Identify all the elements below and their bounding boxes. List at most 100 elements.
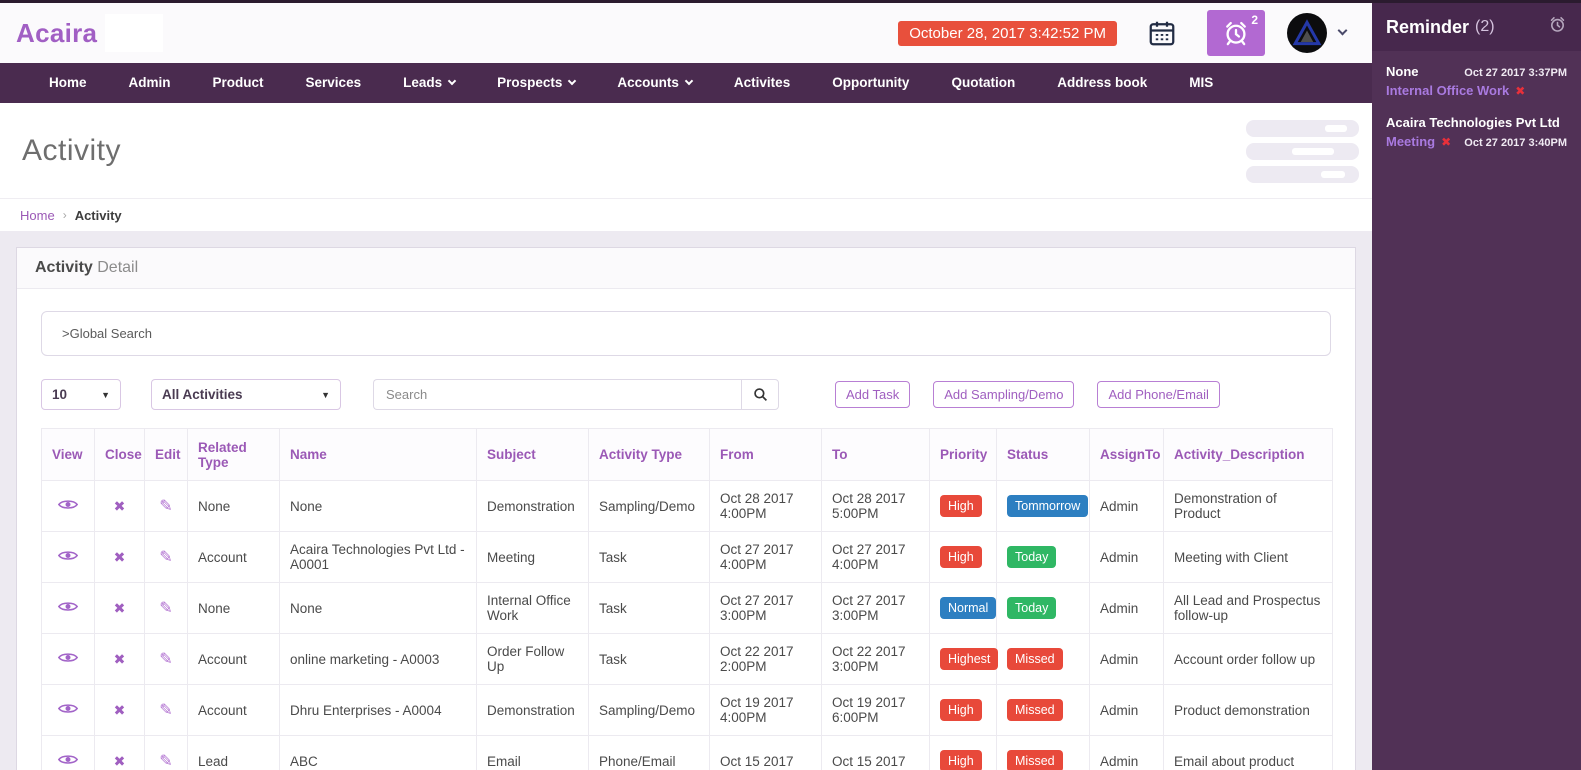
reminder-line: Meeting✖Oct 27 2017 3:40PM [1386, 130, 1567, 149]
nav-item-services[interactable]: Services [285, 63, 383, 103]
edit-cell: ✎ [145, 481, 188, 532]
nav-item-label: MIS [1189, 63, 1213, 103]
status-badge: Today [1007, 597, 1056, 619]
priority-cell: High [930, 532, 997, 583]
reminder-alarm-icon [1548, 15, 1567, 39]
user-menu-chevron-down-icon[interactable] [1338, 25, 1348, 35]
activity-filter-select[interactable]: All Activities ▼ [151, 379, 341, 410]
add-sampling-demo-button[interactable]: Add Sampling/Demo [933, 381, 1074, 408]
status-badge: Missed [1007, 750, 1063, 770]
status-cell: Missed [997, 736, 1090, 770]
main-navbar: HomeAdmin Product ServicesLeads Prospects Ac… [0, 63, 1372, 103]
search-icon [753, 387, 768, 402]
decoration-bar [1246, 120, 1359, 137]
search-button[interactable] [741, 379, 779, 410]
view-eye-icon[interactable] [58, 702, 78, 718]
edit-pencil-icon[interactable]: ✎ [159, 651, 172, 668]
activity-type-cell: Sampling/Demo [589, 685, 710, 736]
assign-to-cell: Admin [1090, 736, 1164, 770]
view-eye-icon[interactable] [58, 753, 78, 769]
view-eye-icon[interactable] [58, 651, 78, 667]
edit-pencil-icon[interactable]: ✎ [159, 753, 172, 770]
subject-cell: Demonstration [477, 481, 589, 532]
edit-pencil-icon[interactable]: ✎ [159, 702, 172, 719]
activity-type-cell: Task [589, 532, 710, 583]
status-badge: Today [1007, 546, 1056, 568]
column-header: AssignTo [1090, 429, 1164, 481]
priority-badge: High [940, 495, 982, 517]
select-caret-icon: ▼ [101, 390, 110, 400]
activity-table: ViewCloseEditRelated TypeNameSubjectActi… [41, 428, 1333, 770]
add-phone-email-button[interactable]: Add Phone/Email [1097, 381, 1219, 408]
nav-item-label: Prospects [497, 63, 562, 103]
alarm-button[interactable]: 2 [1207, 10, 1265, 56]
reminder-dismiss-x-icon[interactable]: ✖ [1515, 84, 1525, 98]
nav-item-activites[interactable]: Activites [713, 63, 811, 103]
close-x-icon[interactable]: ✖ [114, 498, 126, 514]
edit-pencil-icon[interactable]: ✎ [159, 498, 172, 515]
activity-type-cell: Task [589, 634, 710, 685]
close-x-icon[interactable]: ✖ [114, 753, 126, 769]
to-cell: Oct 19 2017 6:00PM [822, 685, 930, 736]
subject-cell: Email [477, 736, 589, 770]
edit-pencil-icon[interactable]: ✎ [159, 600, 172, 617]
edit-pencil-icon[interactable]: ✎ [159, 549, 172, 566]
status-badge: Tommorrow [1007, 495, 1088, 517]
reminder-item: NoneOct 27 2017 3:37PMInternal Office Wo… [1386, 64, 1567, 98]
calendar-icon[interactable] [1147, 18, 1177, 48]
page-size-select[interactable]: 10 ▼ [41, 379, 121, 410]
close-x-icon[interactable]: ✖ [114, 600, 126, 616]
nav-item-leads[interactable]: Leads [382, 63, 476, 103]
view-eye-icon[interactable] [58, 549, 78, 565]
reminder-line: Acaira Technologies Pvt Ltd [1386, 115, 1567, 130]
close-x-icon[interactable]: ✖ [114, 702, 126, 718]
reminder-name: None [1386, 64, 1419, 79]
nav-item-quotation[interactable]: Quotation [930, 63, 1036, 103]
status-cell: Missed [997, 685, 1090, 736]
view-eye-icon[interactable] [58, 600, 78, 616]
subject-cell: Demonstration [477, 685, 589, 736]
view-eye-icon[interactable] [58, 498, 78, 514]
activity-type-cell: Sampling/Demo [589, 481, 710, 532]
page-title-bar: Activity [0, 103, 1372, 198]
nav-item-address-book[interactable]: Address book [1036, 63, 1168, 103]
brand-logo[interactable]: Acaira [16, 18, 97, 49]
reminder-datetime: Oct 27 2017 3:40PM [1464, 137, 1567, 149]
assign-to-cell: Admin [1090, 481, 1164, 532]
close-x-icon[interactable]: ✖ [114, 549, 126, 565]
reminder-header: Reminder (2) [1372, 3, 1581, 51]
nav-item-home[interactable]: Home [28, 63, 108, 103]
nav-item-mis[interactable]: MIS [1168, 63, 1234, 103]
add-task-button[interactable]: Add Task [835, 381, 910, 408]
logo-image-placeholder [105, 14, 163, 52]
panel-body: >Global Search 10 ▼ All Activities ▼ [17, 289, 1355, 770]
from-cell: Oct 22 2017 2:00PM [710, 634, 822, 685]
global-search-toggle[interactable]: >Global Search [41, 311, 1331, 356]
nav-item-label: Product [213, 63, 264, 103]
priority-badge: High [940, 699, 982, 721]
breadcrumb-current: Activity [75, 208, 122, 223]
nav-item-prospects[interactable]: Prospects [476, 63, 596, 103]
reminder-dismiss-x-icon[interactable]: ✖ [1441, 135, 1451, 149]
column-header: Close [95, 429, 145, 481]
user-avatar[interactable] [1287, 13, 1327, 53]
related-type-cell: Account [188, 685, 280, 736]
alarm-clock-icon [1222, 19, 1250, 47]
priority-cell: Normal [930, 583, 997, 634]
nav-item-accounts[interactable]: Accounts [596, 63, 713, 103]
description-cell: Email about product [1164, 736, 1333, 770]
description-cell: Product demonstration [1164, 685, 1333, 736]
status-badge: Missed [1007, 699, 1063, 721]
table-row: ✖✎NoneNoneDemonstrationSampling/DemoOct … [42, 481, 1333, 532]
nav-item-opportunity[interactable]: Opportunity [811, 63, 930, 103]
panel-title-rest: Detail [97, 259, 138, 276]
nav-item-admin[interactable]: Admin [108, 63, 192, 103]
alarm-count-badge: 2 [1251, 13, 1258, 27]
breadcrumb-home-link[interactable]: Home [20, 208, 55, 223]
nav-item-product[interactable]: Product [192, 63, 285, 103]
reminder-name: Acaira Technologies Pvt Ltd [1386, 115, 1560, 130]
reminder-activity: Internal Office Work✖ [1386, 83, 1525, 98]
close-x-icon[interactable]: ✖ [114, 651, 126, 667]
priority-badge: High [940, 546, 982, 568]
search-input[interactable] [373, 379, 741, 410]
